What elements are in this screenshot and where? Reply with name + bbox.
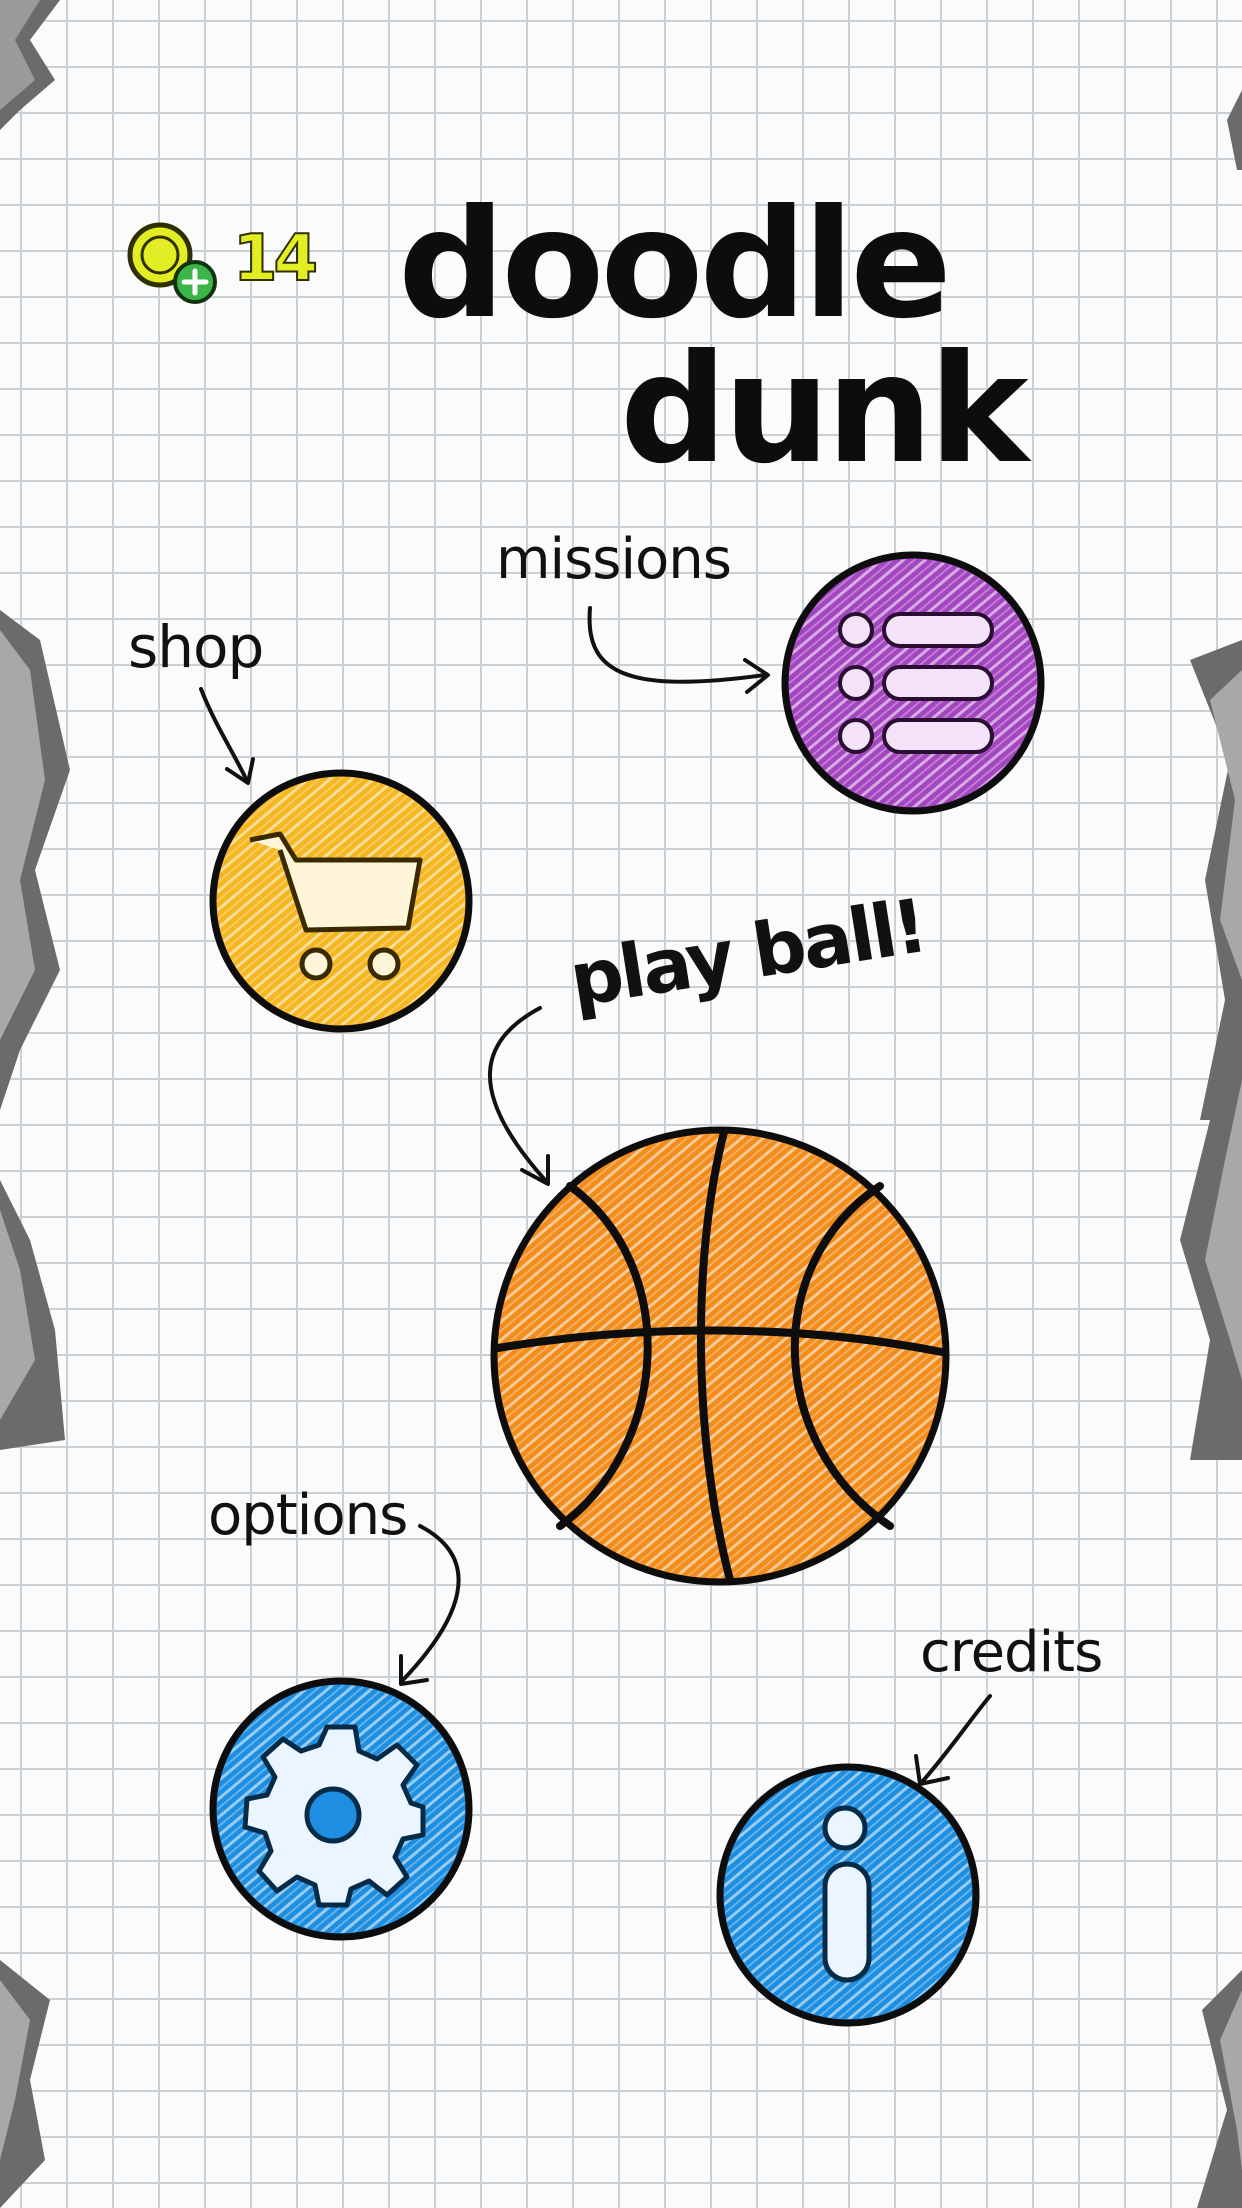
list-icon bbox=[781, 551, 1045, 815]
torn-edge-left-bottom bbox=[0, 1960, 60, 2208]
play-label: play ball! bbox=[564, 883, 931, 1025]
torn-edge-left-top bbox=[0, 0, 70, 130]
torn-edge-right-bottom bbox=[1182, 1970, 1242, 2208]
options-button[interactable] bbox=[208, 1676, 474, 1942]
credits-button[interactable] bbox=[715, 1762, 981, 2028]
basketball-icon bbox=[490, 1126, 950, 1586]
torn-edge-left-lower bbox=[0, 1180, 70, 1450]
options-arrow bbox=[395, 1520, 475, 1690]
missions-arrow bbox=[580, 600, 780, 710]
missions-label: missions bbox=[496, 527, 732, 592]
title-doodle: doodle bbox=[398, 178, 952, 352]
shop-button[interactable] bbox=[208, 768, 474, 1034]
title-dunk: dunk bbox=[620, 323, 1029, 497]
plus-icon bbox=[173, 260, 217, 304]
options-label: options bbox=[208, 1483, 408, 1548]
torn-edge-right-lower bbox=[1170, 1040, 1242, 1460]
info-icon bbox=[716, 1763, 980, 2027]
gear-icon bbox=[209, 1677, 473, 1941]
missions-button[interactable] bbox=[780, 550, 1046, 816]
shop-label: shop bbox=[128, 613, 264, 681]
add-coins-button[interactable] bbox=[173, 260, 217, 304]
play-button[interactable] bbox=[490, 1126, 950, 1586]
coin-count: 14 bbox=[232, 222, 319, 296]
coin-counter[interactable]: 14 bbox=[125, 215, 325, 315]
credits-label: credits bbox=[920, 1620, 1103, 1685]
shopping-cart-icon bbox=[209, 769, 473, 1033]
torn-edge-right-top bbox=[1222, 90, 1242, 170]
torn-edge-left-mid bbox=[0, 610, 80, 1110]
